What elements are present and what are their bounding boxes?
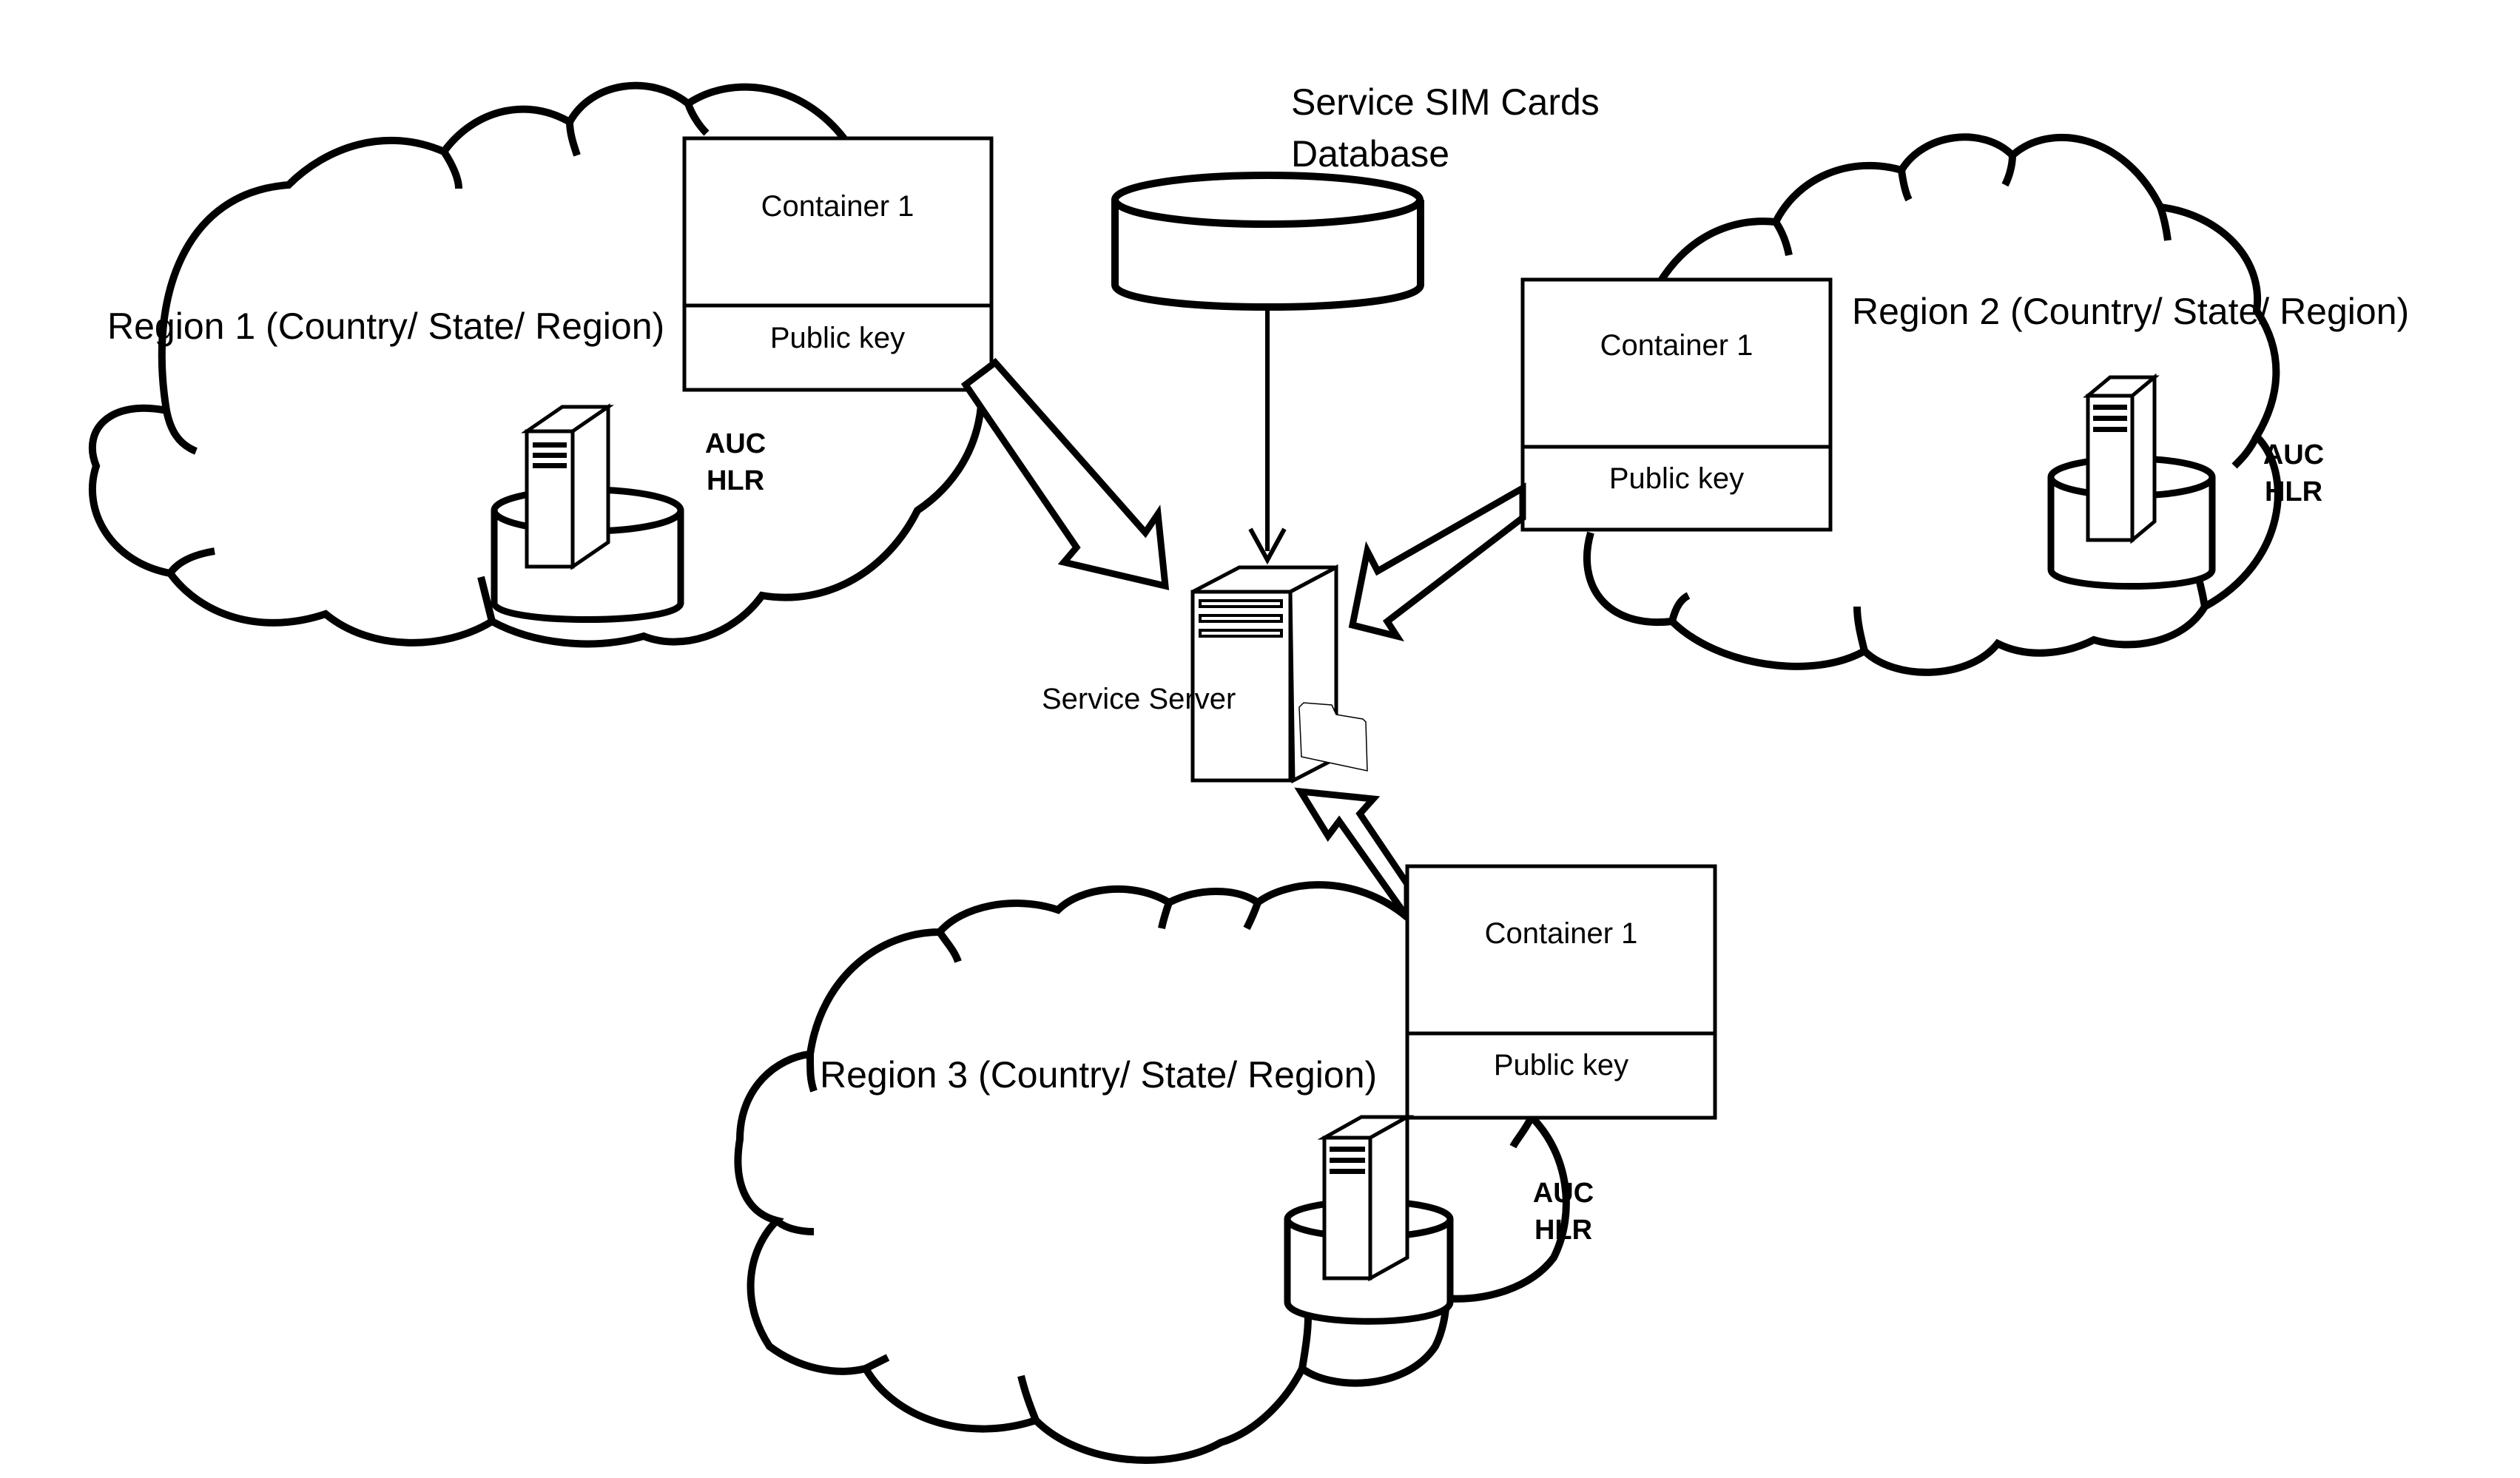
database-label-line2: Database [1291,133,1449,175]
sim-database [1111,172,1424,311]
server-tower-icon [1317,1113,1415,1282]
database-label-line1: Service SIM Cards [1291,81,1600,123]
public-key-label: Public key [770,322,905,354]
region-3-hlr-label: HLR [1534,1215,1592,1246]
region-3-label: Region 3 (Country/ State/ Region) [820,1054,1377,1096]
service-server-label: Service Server [1042,683,1236,715]
region-1-to-server-arrow [960,357,1170,590]
region-1-auc-label: AUC [705,428,766,459]
region-3-container: Container 1 Public key [1405,864,1717,1120]
region-1-container: Container 1 Public key [682,136,994,392]
container-title: Container 1 [1485,917,1638,950]
server-tower-icon [520,403,615,570]
region-2-label: Region 2 (Country/ State/ Region) [1852,291,2409,332]
db-to-server-arrow [1248,311,1287,565]
region-3-auc-hlr-server [1284,1113,1454,1325]
region-3-to-server-arrow [1294,787,1411,928]
region-1-hlr-label: HLR [707,465,764,496]
region-2-hlr-label: HLR [2265,476,2322,507]
server-tower-icon [2083,373,2160,544]
database-cylinder-icon [1111,172,1424,228]
region-3-auc-label: AUC [1533,1178,1594,1209]
diagram-canvas: Region 1 (Country/ State/ Region) Contai… [88,81,2409,1464]
public-key-label: Public key [1494,1049,1628,1081]
service-server [1190,564,1368,784]
container-title: Container 1 [761,190,914,223]
region-2-auc-label: AUC [2263,439,2324,470]
region-2-auc-hlr-server [2047,373,2216,590]
region-2-to-server-arrow [1348,482,1526,642]
container-title: Container 1 [1600,329,1753,362]
region-1-auc-hlr-server [491,403,684,623]
region-2-container: Container 1 Public key [1520,277,1833,532]
public-key-label: Public key [1609,462,1744,495]
region-1-label: Region 1 (Country/ State/ Region) [107,306,664,347]
